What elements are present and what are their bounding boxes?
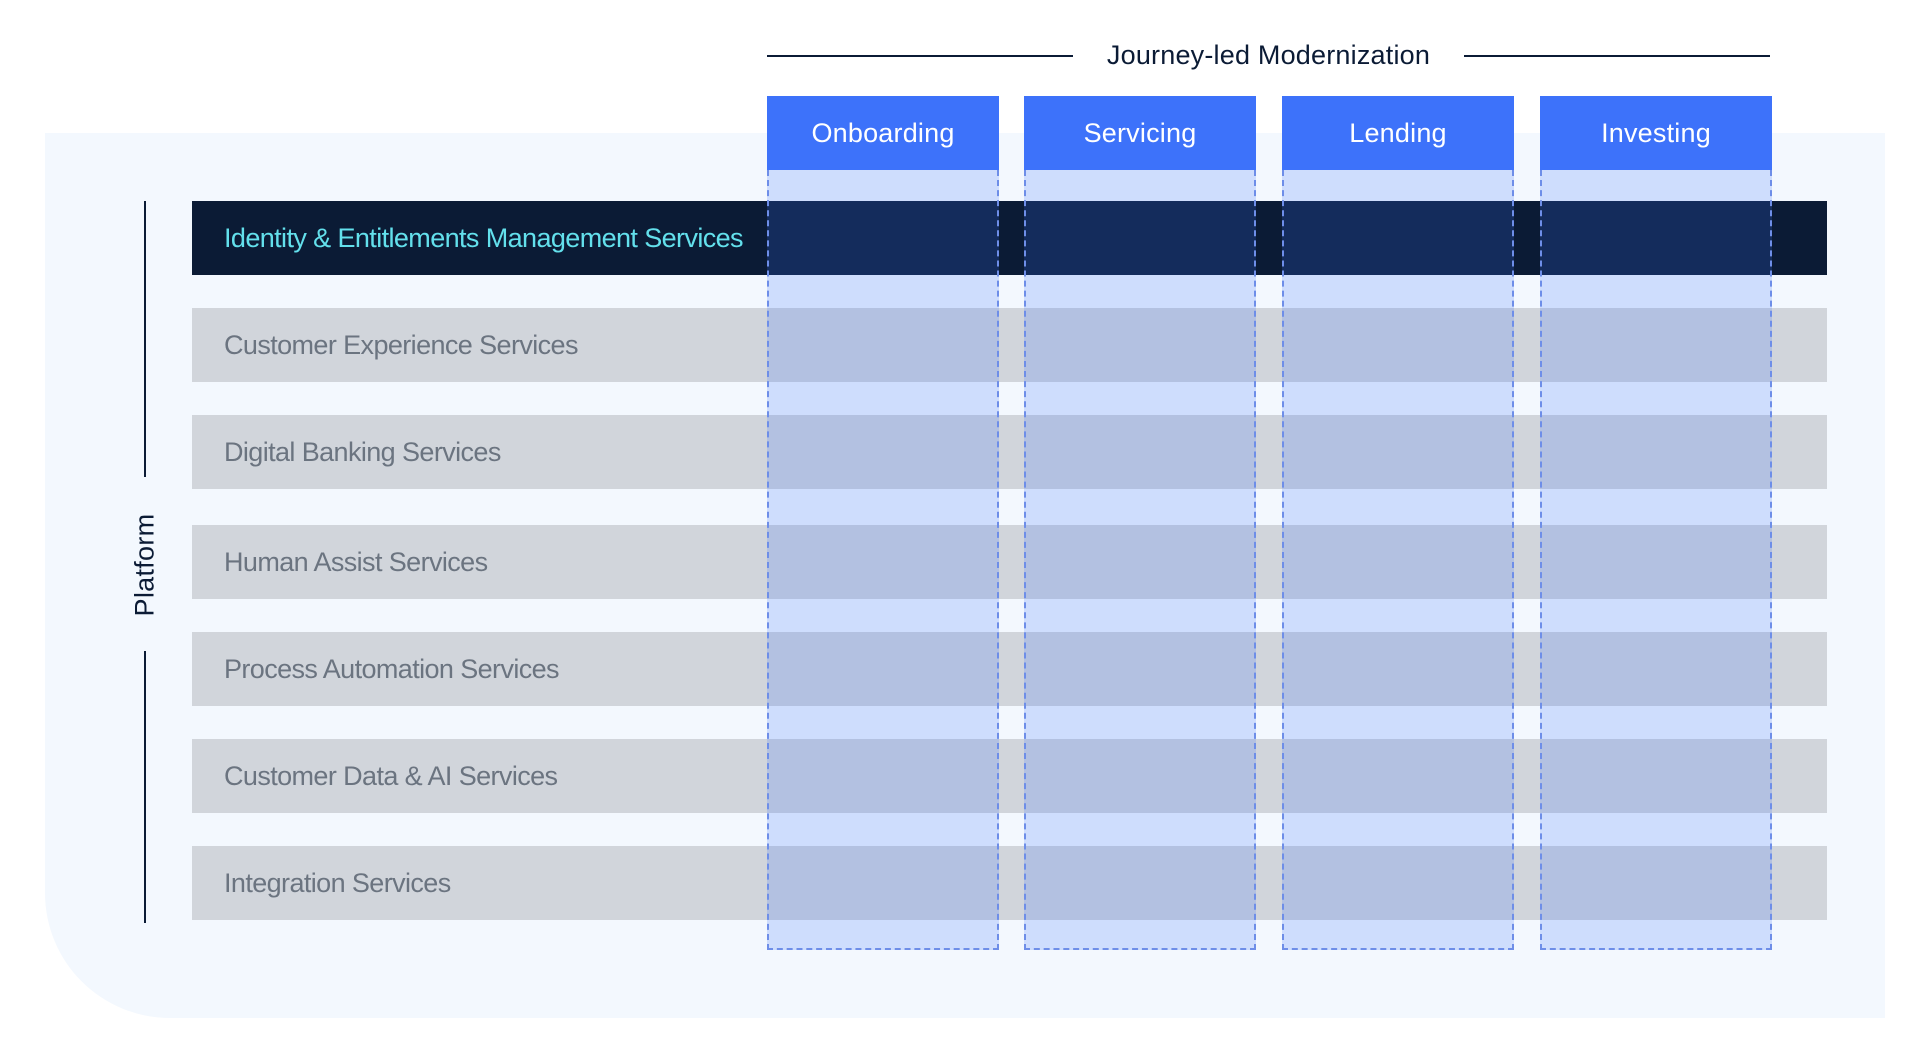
journey-column-overlay [767, 170, 999, 950]
journey-column-servicing: Servicing [1024, 96, 1256, 950]
journey-column-overlay [1282, 170, 1514, 950]
platform-axis: Platform [120, 201, 170, 923]
service-row-label: Process Automation Services [224, 653, 560, 684]
journey-header: Journey-led Modernization [767, 32, 1770, 78]
journey-column-header: Servicing [1024, 96, 1256, 170]
journey-column-header: Investing [1540, 96, 1772, 170]
journey-header-left-rule [767, 55, 1073, 57]
journey-column-header: Lending [1282, 96, 1514, 170]
journey-column-overlay [1540, 170, 1772, 950]
service-row-label: Digital Banking Services [224, 436, 501, 467]
journey-header-title: Journey-led Modernization [1106, 39, 1431, 70]
journey-column-overlay [1024, 170, 1256, 950]
service-row-label: Identity & Entitlements Management Servi… [224, 222, 744, 253]
journey-column-label: Lending [1349, 117, 1447, 148]
journey-column-label: Onboarding [811, 117, 955, 148]
service-row-label: Integration Services [224, 867, 451, 898]
journey-column-label: Investing [1601, 117, 1711, 148]
journey-column-lending: Lending [1282, 96, 1514, 950]
service-row-label: Customer Data & AI Services [224, 760, 558, 791]
journey-column-investing: Investing [1540, 96, 1772, 950]
platform-axis-bottom-line [144, 651, 146, 923]
platform-axis-label: Platform [129, 513, 160, 617]
service-row-label: Human Assist Services [224, 546, 488, 577]
journey-header-right-rule [1464, 55, 1770, 57]
platform-axis-top-line [144, 201, 146, 477]
journey-column-label: Servicing [1083, 117, 1197, 148]
service-row-label: Customer Experience Services [224, 329, 578, 360]
journey-column-header: Onboarding [767, 96, 999, 170]
journey-column-onboarding: Onboarding [767, 96, 999, 950]
